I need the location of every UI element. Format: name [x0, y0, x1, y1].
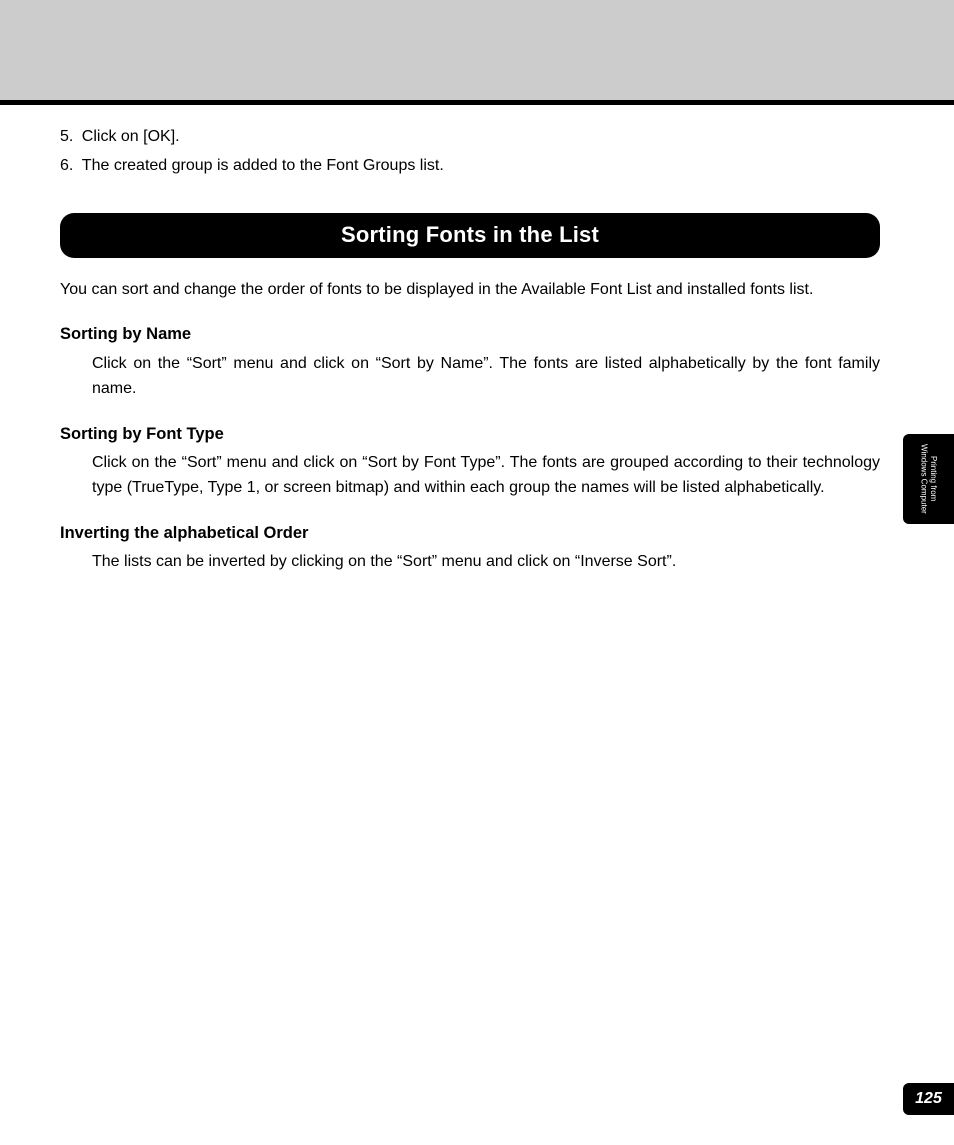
header-band — [0, 0, 954, 100]
subsection-heading: Sorting by Font Type — [60, 422, 880, 448]
step-number: 6. — [60, 157, 73, 174]
subsection-heading: Sorting by Name — [60, 322, 880, 348]
step-number: 5. — [60, 128, 73, 145]
page-content: 5. Click on [OK]. 6. The created group i… — [60, 125, 880, 575]
subsection-body: Click on the “Sort” menu and click on “S… — [60, 352, 880, 402]
step-text: The created group is added to the Font G… — [82, 157, 444, 174]
subsection: Inverting the alphabetical Order The lis… — [60, 521, 880, 575]
page-number-box: 125 — [903, 1083, 954, 1115]
side-tab-label: Printing from Windows Computer — [919, 444, 938, 514]
side-tab: Printing from Windows Computer — [903, 434, 954, 524]
subsection-heading: Inverting the alphabetical Order — [60, 521, 880, 547]
subsection-body: The lists can be inverted by clicking on… — [60, 550, 880, 575]
section-intro: You can sort and change the order of fon… — [60, 278, 880, 303]
section-heading: Sorting Fonts in the List — [60, 213, 880, 258]
subsection-body: Click on the “Sort” menu and click on “S… — [60, 451, 880, 501]
subsection: Sorting by Name Click on the “Sort” menu… — [60, 322, 880, 401]
header-rule — [0, 100, 954, 105]
step-item: 6. The created group is added to the Fon… — [60, 154, 880, 179]
step-item: 5. Click on [OK]. — [60, 125, 880, 150]
subsection: Sorting by Font Type Click on the “Sort”… — [60, 422, 880, 501]
step-text: Click on [OK]. — [82, 128, 180, 145]
page-number: 125 — [915, 1090, 942, 1108]
